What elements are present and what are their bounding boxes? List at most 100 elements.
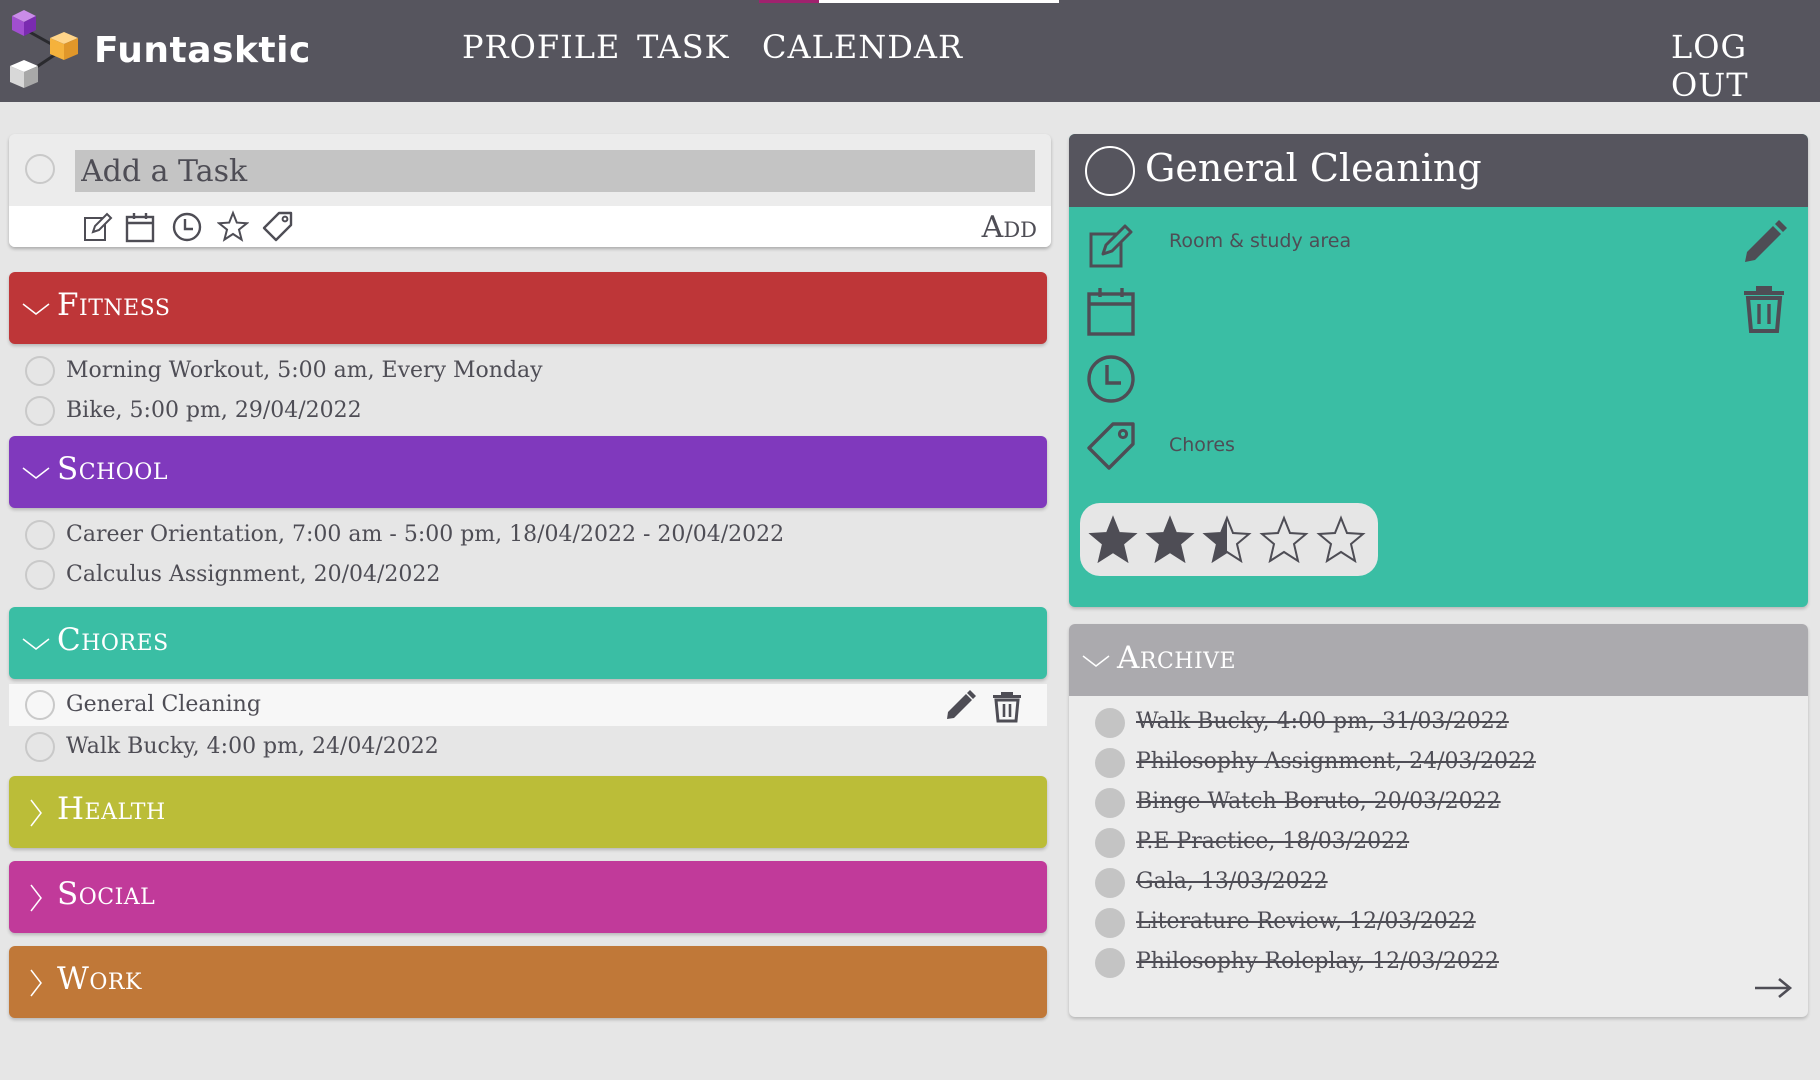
edit-icon[interactable] [81, 210, 113, 244]
category-label: Fitness [57, 287, 171, 323]
note-edit-icon[interactable] [1085, 220, 1137, 272]
chevron-down-icon [22, 638, 50, 650]
category-health[interactable]: Health [9, 776, 1047, 848]
category-fitness[interactable]: Fitness [9, 272, 1047, 344]
chevron-right-icon [30, 799, 42, 827]
archive-item-text: Philosophy Assignment, 24/03/2022 [1136, 749, 1536, 774]
category-label: Health [57, 791, 166, 827]
archive-checkbox[interactable] [1095, 828, 1125, 858]
task-item[interactable]: Morning Workout, 5:00 am, Every Monday [9, 352, 1047, 390]
task-item[interactable]: Bike, 5:00 pm, 29/04/2022 [9, 392, 1047, 430]
arrow-right-icon[interactable] [1753, 976, 1793, 1000]
category-label: Social [57, 876, 156, 912]
task-detail-header: General Cleaning [1069, 134, 1808, 207]
add-task-button[interactable]: Add [982, 210, 1037, 245]
tag-icon[interactable] [262, 210, 294, 244]
app-logo-text[interactable]: Funtasktic [94, 30, 311, 71]
chevron-right-icon [30, 969, 42, 997]
task-checkbox[interactable] [25, 732, 55, 762]
archive-header[interactable]: Archive [1069, 624, 1808, 696]
chevron-down-icon [22, 467, 50, 479]
category-label: School [57, 451, 168, 487]
clock-icon[interactable] [171, 210, 203, 244]
task-checkbox[interactable] [25, 520, 55, 550]
detail-complete-checkbox[interactable] [1085, 146, 1135, 196]
star-icon[interactable] [1088, 515, 1138, 565]
task-checkbox[interactable] [25, 690, 55, 720]
category-work[interactable]: Work [9, 946, 1047, 1018]
archive-item-text: Literature Review, 12/03/2022 [1136, 909, 1476, 934]
archive-checkbox[interactable] [1095, 788, 1125, 818]
archive-item[interactable]: Gala, 13/03/2022 [1069, 864, 1808, 900]
category-label: Work [57, 961, 142, 997]
detail-title: General Cleaning [1145, 146, 1482, 190]
archive-item-text: P.E Practice, 18/03/2022 [1136, 829, 1410, 854]
add-task-toolbar [9, 206, 1051, 247]
category-chores[interactable]: Chores [9, 607, 1047, 679]
archive-item-text: Binge Watch Boruto, 20/03/2022 [1136, 789, 1501, 814]
category-label: Chores [57, 622, 169, 658]
archive-label: Archive [1117, 640, 1237, 676]
add-task-checkbox[interactable] [25, 154, 55, 184]
nav-profile[interactable]: PROFILE [462, 28, 620, 66]
archive-item[interactable]: Literature Review, 12/03/2022 [1069, 904, 1808, 940]
clock-icon[interactable] [1085, 353, 1137, 405]
category-school[interactable]: School [9, 436, 1047, 508]
task-text: Walk Bucky, 4:00 pm, 24/04/2022 [66, 734, 439, 759]
calendar-icon[interactable] [124, 210, 156, 244]
task-checkbox[interactable] [25, 396, 55, 426]
nav-accent-bar [759, 0, 819, 3]
archive-checkbox[interactable] [1095, 748, 1125, 778]
task-item[interactable]: Calculus Assignment, 20/04/2022 [9, 556, 1047, 594]
archive-checkbox[interactable] [1095, 908, 1125, 938]
chevron-down-icon [22, 303, 50, 315]
task-checkbox[interactable] [25, 356, 55, 386]
archive-panel: Archive Walk Bucky, 4:00 pm, 31/03/2022 … [1069, 624, 1808, 1017]
trash-icon[interactable] [1741, 284, 1787, 334]
archive-item[interactable]: Binge Watch Boruto, 20/03/2022 [1069, 784, 1808, 820]
star-icon[interactable] [1259, 515, 1309, 565]
task-item[interactable]: Walk Bucky, 4:00 pm, 24/04/2022 [9, 728, 1047, 766]
task-text: General Cleaning [66, 692, 261, 717]
task-item[interactable]: Career Orientation, 7:00 am - 5:00 pm, 1… [9, 516, 1047, 554]
archive-checkbox[interactable] [1095, 708, 1125, 738]
task-checkbox[interactable] [25, 560, 55, 590]
archive-item[interactable]: Walk Bucky, 4:00 pm, 31/03/2022 [1069, 704, 1808, 740]
archive-checkbox[interactable] [1095, 948, 1125, 978]
task-item-selected[interactable]: General Cleaning [9, 684, 1047, 726]
star-icon[interactable] [217, 210, 249, 244]
add-task-panel: Add [9, 134, 1051, 247]
nav-active-indicator [819, 0, 1059, 3]
tag-icon[interactable] [1085, 420, 1137, 472]
top-header: Funtasktic PROFILE TASK CALENDAR LOG OUT [0, 0, 1820, 104]
chevron-down-icon [1082, 655, 1110, 667]
nav-calendar[interactable]: CALENDAR [762, 28, 963, 66]
pencil-icon[interactable] [1741, 218, 1787, 268]
calendar-icon[interactable] [1085, 286, 1137, 338]
nav-task[interactable]: TASK [637, 28, 730, 66]
logout-button[interactable]: LOG OUT [1671, 28, 1820, 104]
archive-item-text: Philosophy Roleplay, 12/03/2022 [1136, 949, 1499, 974]
archive-item[interactable]: Philosophy Roleplay, 12/03/2022 [1069, 944, 1808, 980]
star-icon[interactable] [1316, 515, 1366, 565]
archive-item[interactable]: P.E Practice, 18/03/2022 [1069, 824, 1808, 860]
task-text: Calculus Assignment, 20/04/2022 [66, 562, 441, 587]
chevron-right-icon [30, 884, 42, 912]
archive-item-text: Walk Bucky, 4:00 pm, 31/03/2022 [1136, 709, 1509, 734]
add-task-input[interactable] [75, 150, 1035, 192]
detail-tag[interactable]: Chores [1169, 434, 1235, 456]
task-text: Career Orientation, 7:00 am - 5:00 pm, 1… [66, 522, 785, 547]
star-icon[interactable] [1145, 515, 1195, 565]
pencil-icon[interactable] [943, 689, 977, 723]
archive-item-text: Gala, 13/03/2022 [1136, 869, 1328, 894]
priority-rating[interactable] [1080, 503, 1378, 576]
task-detail-panel: General Cleaning Room & study area Chore… [1069, 134, 1808, 607]
archive-checkbox[interactable] [1095, 868, 1125, 898]
star-half-icon[interactable] [1202, 515, 1252, 565]
category-social[interactable]: Social [9, 861, 1047, 933]
trash-icon[interactable] [990, 689, 1024, 723]
logo-cubes-icon [10, 10, 78, 88]
detail-note[interactable]: Room & study area [1169, 230, 1351, 252]
archive-item[interactable]: Philosophy Assignment, 24/03/2022 [1069, 744, 1808, 780]
task-text: Morning Workout, 5:00 am, Every Monday [66, 358, 543, 383]
